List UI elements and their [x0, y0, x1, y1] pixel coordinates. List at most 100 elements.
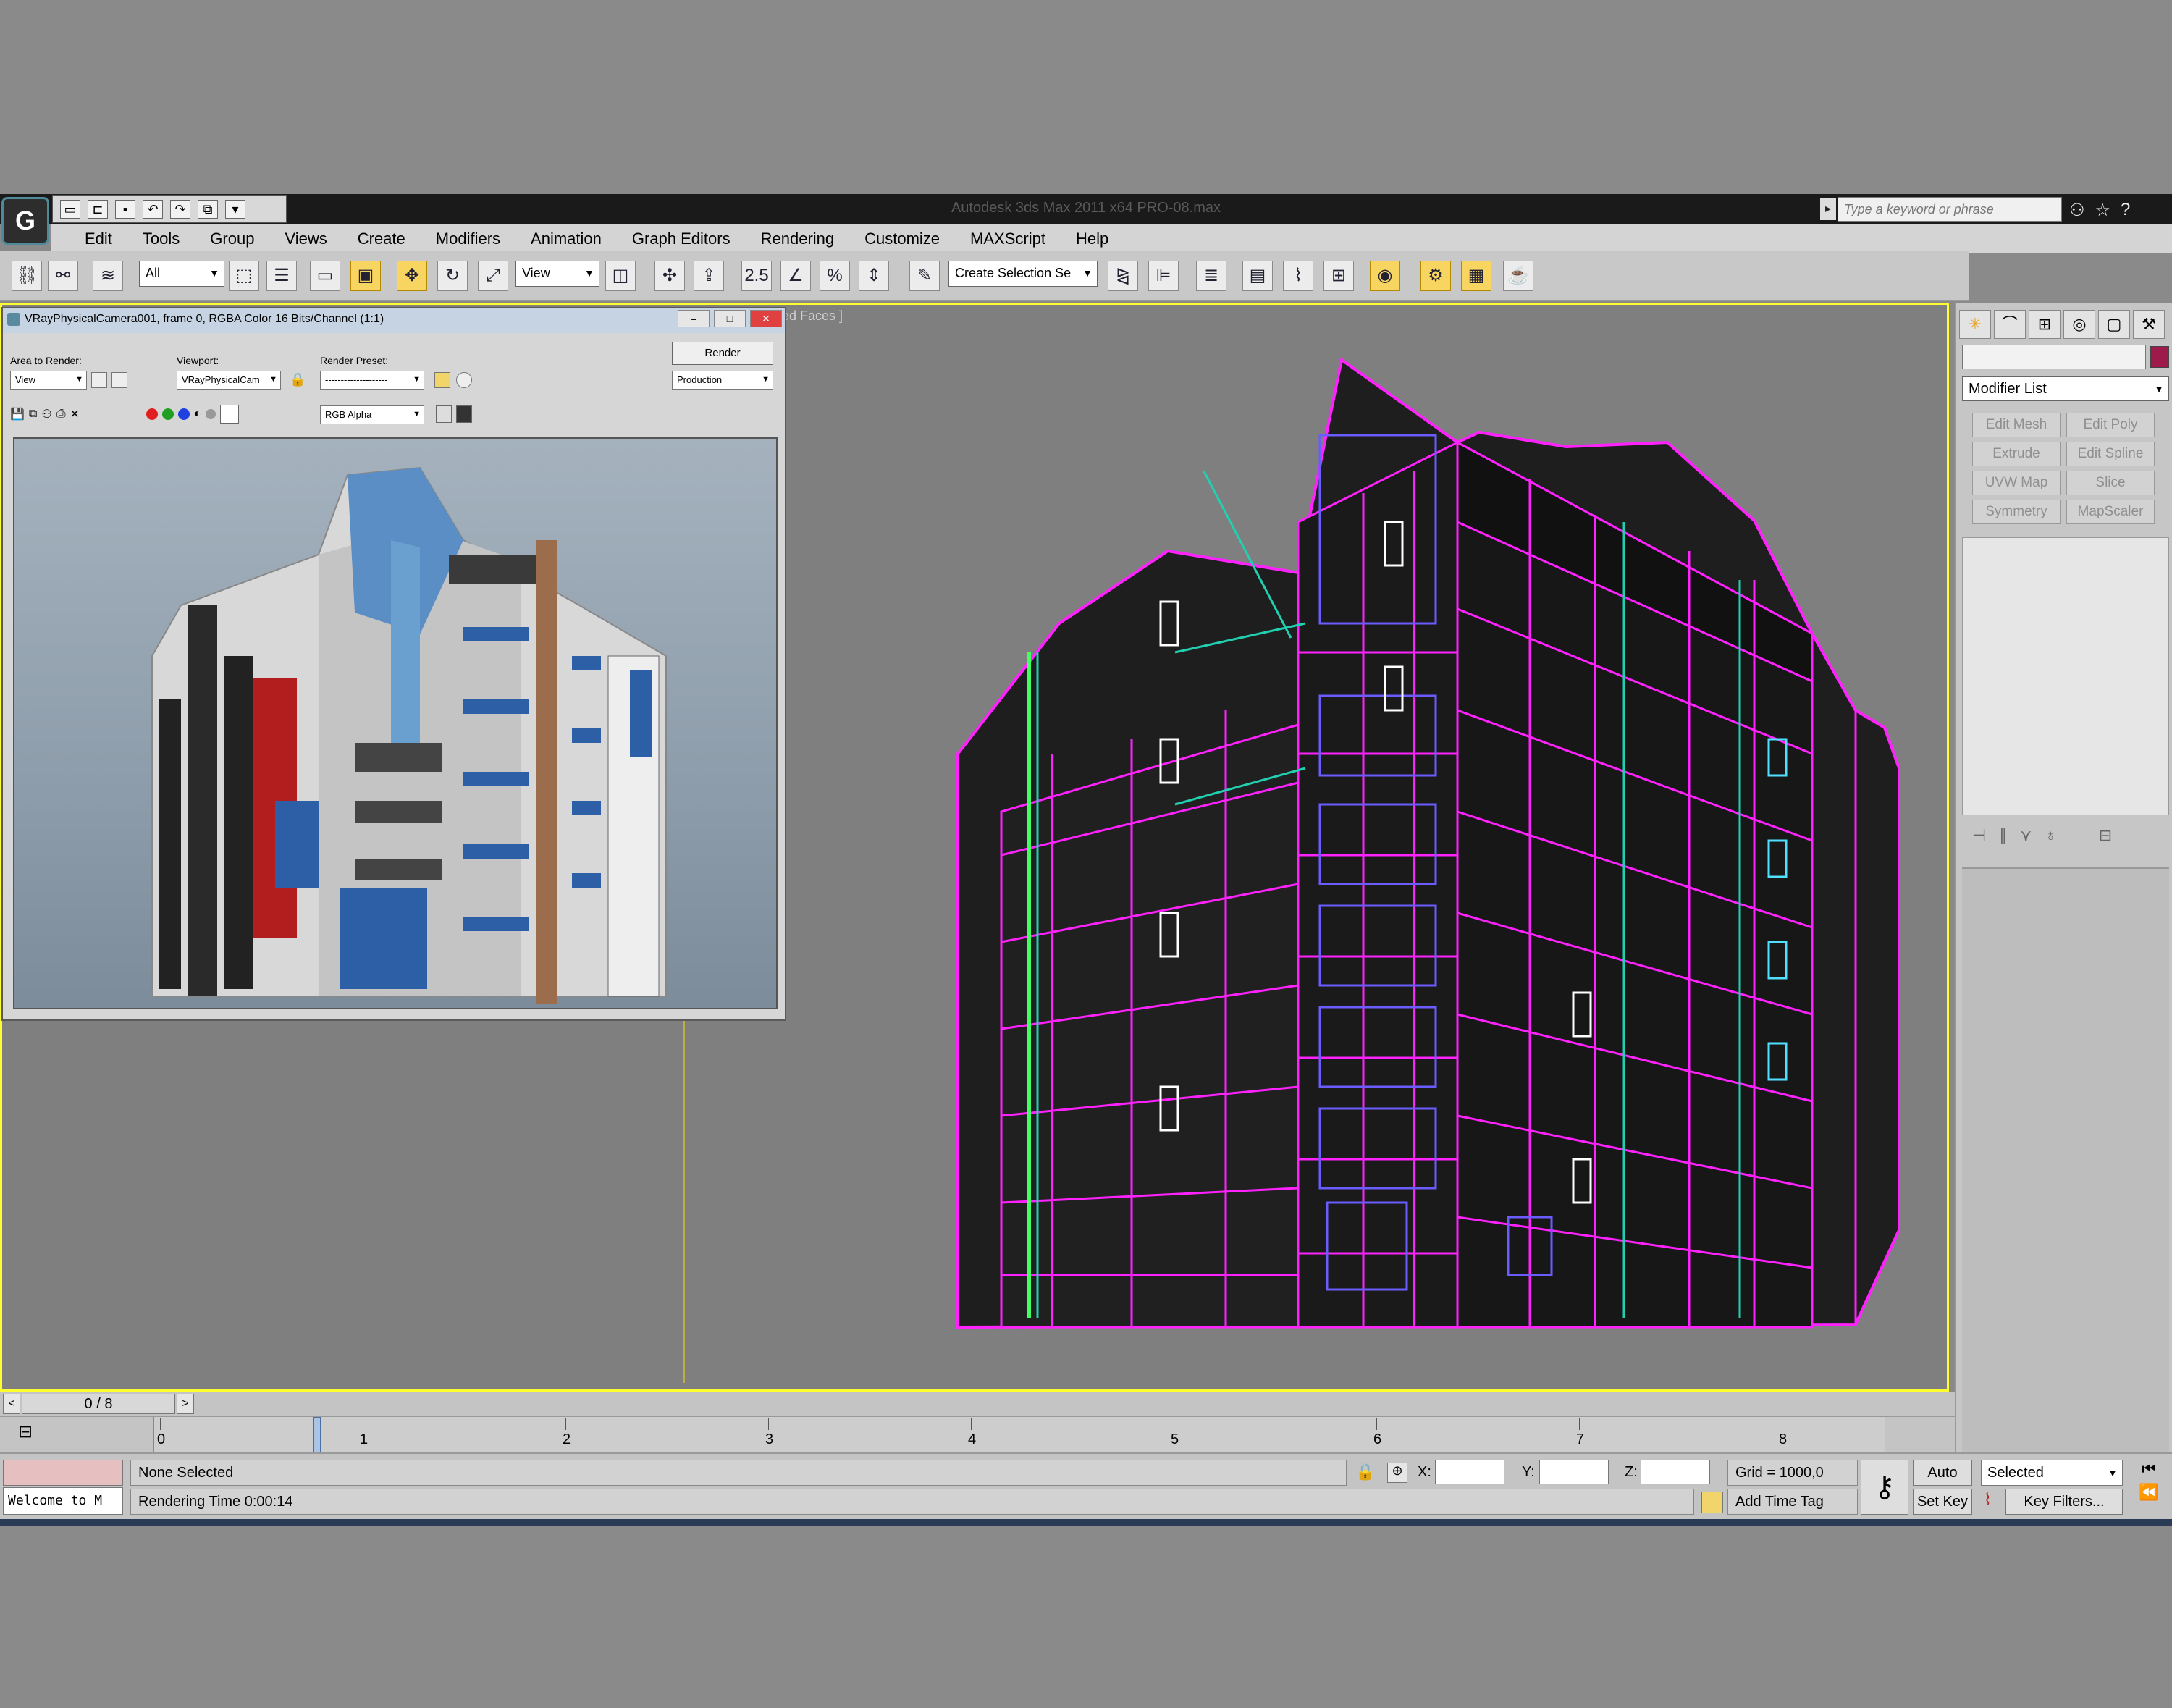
spinner-snap-icon[interactable]: ⇕	[859, 261, 889, 291]
menu-create[interactable]: Create	[342, 230, 421, 248]
default-in-out-tangent-icon[interactable]: ⌇	[1984, 1490, 2004, 1513]
auto-key-button[interactable]: Auto Key	[1913, 1460, 1972, 1505]
alpha-icon[interactable]	[205, 409, 216, 419]
render-setup-icon[interactable]: ⚙	[1420, 261, 1451, 291]
set-key-button[interactable]: Set Key	[1913, 1489, 1972, 1515]
edit-named-selection-icon[interactable]: ✎	[909, 261, 940, 291]
app-logo-icon[interactable]: G	[1, 197, 49, 245]
clone-vfb-icon[interactable]: ⚇	[41, 407, 51, 421]
swatch-icon[interactable]	[219, 405, 239, 424]
align-icon[interactable]: ⊫	[1148, 261, 1179, 291]
make-unique-icon[interactable]: ⋎	[2020, 826, 2032, 845]
area-region-icon[interactable]	[91, 372, 107, 388]
menu-edit[interactable]: Edit	[70, 230, 127, 248]
clear-icon[interactable]: ✕	[70, 407, 80, 421]
menu-modifiers[interactable]: Modifiers	[421, 230, 515, 248]
display-tab-icon[interactable]: ▢	[2098, 310, 2130, 339]
track-bar-area[interactable]: 0 1 2 3 4 5 6 7 8	[153, 1417, 1885, 1453]
production-select[interactable]: Production	[672, 371, 773, 390]
time-slider-next-button[interactable]: >	[177, 1394, 194, 1414]
material-editor-icon[interactable]: ◉	[1370, 261, 1400, 291]
show-pixel-info-icon[interactable]	[456, 405, 472, 423]
redo-icon[interactable]: ↷	[170, 200, 190, 219]
uvw-map-button[interactable]: UVW Map	[1972, 471, 2061, 495]
modifier-stack[interactable]	[1962, 537, 2169, 815]
maxscript-listener-output[interactable]: Welcome to M	[3, 1487, 123, 1515]
object-color-swatch[interactable]	[2150, 346, 2169, 368]
x-coord-field[interactable]	[1435, 1460, 1504, 1484]
keyboard-shortcut-override-icon[interactable]: ⇪	[694, 261, 724, 291]
select-and-move-icon[interactable]: ✥	[397, 261, 427, 291]
menu-tools[interactable]: Tools	[127, 230, 195, 248]
save-image-icon[interactable]: 💾	[10, 407, 25, 421]
reference-coord-select[interactable]: View	[515, 261, 599, 287]
rendered-frame-window-icon[interactable]: ▦	[1461, 261, 1491, 291]
viewport-select[interactable]: VRayPhysicalCam	[177, 371, 281, 390]
bind-space-warp-icon[interactable]: ≋	[93, 261, 123, 291]
undo-icon[interactable]: ↶	[143, 200, 163, 219]
motion-tab-icon[interactable]: ◎	[2063, 310, 2095, 339]
key-mode-select[interactable]: Selected	[1981, 1460, 2123, 1486]
create-tab-icon[interactable]: ✳	[1959, 310, 1991, 339]
menu-rendering[interactable]: Rendering	[746, 230, 850, 248]
maximize-icon[interactable]: □	[714, 310, 746, 327]
edit-mesh-button[interactable]: Edit Mesh	[1972, 413, 2061, 437]
star-icon[interactable]: ☆	[2095, 200, 2111, 221]
select-and-scale-icon[interactable]: ⤢	[478, 261, 508, 291]
display-correction-icon[interactable]	[436, 405, 452, 423]
help-icon[interactable]: ?	[2121, 200, 2130, 220]
binoculars-icon[interactable]: ⚇	[2069, 200, 2085, 221]
render-preset-select[interactable]: --------------------	[320, 371, 424, 390]
render-production-icon[interactable]: ☕	[1503, 261, 1533, 291]
menu-group[interactable]: Group	[195, 230, 269, 248]
modifier-list-select[interactable]: Modifier List	[1962, 376, 2169, 401]
y-coord-field[interactable]	[1539, 1460, 1609, 1484]
maxscript-mini-listener[interactable]	[3, 1460, 123, 1486]
slice-button[interactable]: Slice	[2066, 471, 2155, 495]
hierarchy-tab-icon[interactable]: ⊞	[2029, 310, 2061, 339]
pin-stack-icon[interactable]: ⊣	[1972, 826, 1986, 845]
render-button[interactable]: Render	[672, 342, 773, 365]
extrude-button[interactable]: Extrude	[1972, 442, 2061, 466]
modify-tab-icon[interactable]: ⌒	[1994, 310, 2026, 339]
object-name-field[interactable]	[1962, 345, 2146, 369]
named-selection-select[interactable]: Create Selection Se	[948, 261, 1098, 287]
channel-select[interactable]: RGB Alpha	[320, 405, 424, 424]
curve-editor-icon[interactable]: ⌇	[1283, 261, 1313, 291]
project-folder-icon[interactable]: ⧉	[198, 200, 218, 219]
absolute-mode-icon[interactable]: ⊕	[1387, 1463, 1407, 1483]
symmetry-button[interactable]: Symmetry	[1972, 500, 2061, 524]
new-file-icon[interactable]: ▭	[60, 200, 80, 219]
z-coord-field[interactable]	[1641, 1460, 1710, 1484]
angle-snap-icon[interactable]: ∠	[780, 261, 811, 291]
minimize-icon[interactable]: –	[678, 310, 710, 327]
vfb-title[interactable]: VRayPhysicalCamera001, frame 0, RGBA Col…	[3, 308, 785, 333]
schematic-view-icon[interactable]: ⊞	[1323, 261, 1354, 291]
lock-icon[interactable]: 🔒	[290, 372, 306, 388]
snaps-toggle-icon[interactable]: 2.5	[741, 261, 772, 291]
menu-views[interactable]: Views	[269, 230, 342, 248]
window-crossing-icon[interactable]: ▣	[350, 261, 381, 291]
environment-icon[interactable]	[456, 372, 472, 388]
mini-curve-editor-icon[interactable]: ⊟	[13, 1421, 38, 1446]
quick-access-dropdown-icon[interactable]: ▾	[225, 200, 245, 219]
edit-spline-button[interactable]: Edit Spline	[2066, 442, 2155, 466]
layer-manager-icon[interactable]: ≣	[1196, 261, 1226, 291]
render-setup-icon[interactable]	[434, 372, 450, 388]
copy-image-icon[interactable]: ⧉	[29, 408, 37, 421]
print-icon[interactable]: ⎙	[56, 408, 66, 421]
current-frame-marker[interactable]	[313, 1417, 321, 1453]
render-canvas[interactable]	[13, 437, 778, 1009]
search-expand-icon[interactable]: ▸	[1820, 198, 1836, 220]
unlink-icon[interactable]: ⚯	[48, 261, 78, 291]
mapscaler-button[interactable]: MapScaler	[2066, 500, 2155, 524]
selection-lock-icon[interactable]: 🔒	[1355, 1463, 1375, 1481]
selection-filter-select[interactable]: All	[139, 261, 224, 287]
area-crop-icon[interactable]	[111, 372, 127, 388]
go-to-start-icon[interactable]: ⏮	[2129, 1460, 2169, 1478]
time-tag-icon[interactable]	[1701, 1492, 1723, 1513]
select-and-rotate-icon[interactable]: ↻	[437, 261, 468, 291]
graphite-ribbon-icon[interactable]: ▤	[1242, 261, 1273, 291]
utilities-tab-icon[interactable]: ⚒	[2133, 310, 2165, 339]
select-by-name-icon[interactable]: ☰	[266, 261, 297, 291]
